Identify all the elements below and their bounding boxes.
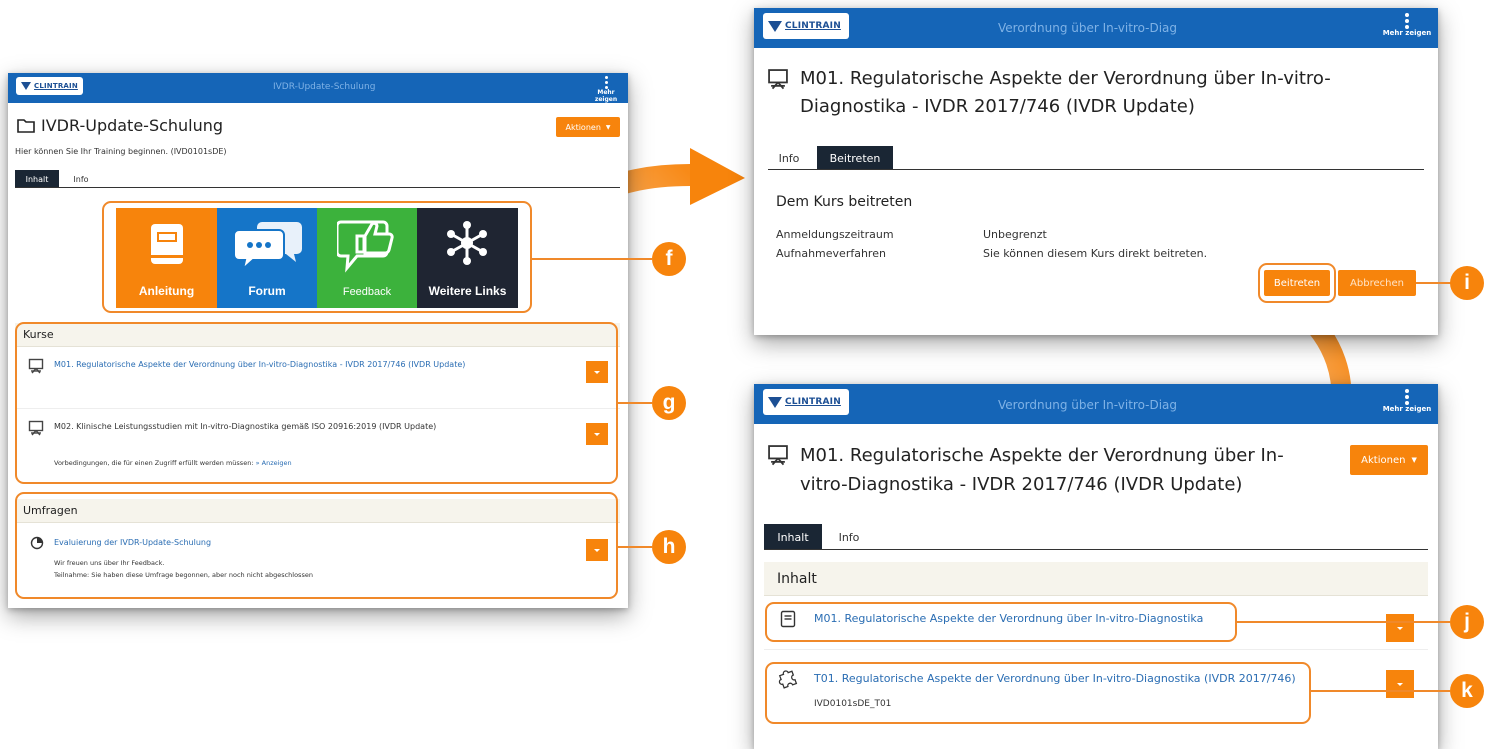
highlight-umfragen — [15, 492, 618, 599]
callout-badge-i: i — [1450, 266, 1484, 300]
tab-divider — [15, 187, 620, 188]
bar-title: Verordnung über In-vitro-Diag — [998, 21, 1178, 35]
course-title-line-1: M01. Regulatorische Aspekte der Verordnu… — [800, 445, 1284, 466]
content-m01-dropdown[interactable] — [1386, 614, 1414, 642]
vertical-dots-icon — [588, 76, 624, 89]
actions-button[interactable]: Aktionen ▼ — [1350, 445, 1428, 475]
clintrain-logo[interactable]: CLINTRAIN — [763, 389, 849, 415]
top-navigation-bar: CLINTRAIN Verordnung über In-vitro-Diag … — [754, 8, 1438, 48]
more-label: Mehr zeigen — [1382, 405, 1432, 413]
bar-title: IVDR-Update-Schulung — [273, 82, 376, 92]
callout-line-j — [1237, 621, 1450, 623]
vertical-dots-icon — [1382, 13, 1432, 29]
page-subtitle: Hier können Sie Ihr Training beginnen. (… — [15, 147, 227, 156]
clintrain-logo[interactable]: CLINTRAIN — [763, 13, 849, 39]
course-title-line-2: vitro-Diagnostika - IVDR 2017/746 (IVDR … — [800, 474, 1243, 495]
tab-info[interactable]: Info — [64, 170, 98, 188]
more-menu-button[interactable]: Mehr zeigen — [1382, 389, 1432, 413]
callout-badge-f: f — [652, 242, 686, 276]
field-value-anmeldungszeitraum: Unbegrenzt — [983, 228, 1047, 241]
highlight-kurse — [15, 322, 618, 484]
tab-info[interactable]: Info — [768, 146, 810, 170]
logo-mark-icon — [768, 396, 782, 408]
join-section-title: Dem Kurs beitreten — [776, 194, 913, 210]
presentation-icon — [768, 445, 788, 466]
top-navigation-bar: CLINTRAIN Verordnung über In-vitro-Diag … — [754, 384, 1438, 424]
actions-label: Aktionen — [1361, 454, 1406, 466]
logo-text: CLINTRAIN — [34, 82, 78, 90]
logo-mark-icon — [21, 82, 31, 90]
actions-button[interactable]: Aktionen ▼ — [556, 117, 620, 137]
logo-mark-icon — [768, 20, 782, 32]
tab-beitreten[interactable]: Beitreten — [817, 146, 893, 170]
callout-line-k — [1311, 690, 1450, 692]
callout-line-i — [1416, 282, 1452, 284]
callout-line-g — [618, 402, 652, 404]
course-title-line-1: M01. Regulatorische Aspekte der Verordnu… — [800, 68, 1331, 89]
more-label: Mehr zeigen — [1382, 29, 1432, 37]
tab-divider — [768, 169, 1424, 170]
caret-down-icon: ▼ — [605, 123, 611, 131]
field-label-anmeldungszeitraum: Anmeldungszeitraum — [776, 228, 894, 241]
actions-label: Aktionen — [565, 122, 601, 132]
clintrain-logo[interactable]: CLINTRAIN — [16, 77, 83, 95]
highlight-content-m01 — [765, 602, 1237, 642]
tab-divider — [764, 549, 1428, 550]
course-title-line-2: Diagnostika - IVDR 2017/746 (IVDR Update… — [800, 96, 1195, 117]
content-t01-dropdown[interactable] — [1386, 670, 1414, 698]
folder-icon — [17, 119, 35, 133]
top-navigation-bar: CLINTRAIN IVDR-Update-Schulung Mehr zeig… — [8, 73, 628, 103]
presentation-icon — [768, 69, 788, 90]
callout-line-h — [618, 546, 652, 548]
inhalt-heading-label: Inhalt — [777, 570, 817, 587]
callout-line-f — [532, 258, 652, 260]
callout-badge-g: g — [652, 386, 686, 420]
bar-title: Verordnung über In-vitro-Diag — [998, 398, 1178, 412]
highlight-join-button — [1258, 263, 1336, 303]
caret-down-icon: ▼ — [1411, 456, 1417, 464]
vertical-dots-icon — [1382, 389, 1432, 405]
callout-badge-k: k — [1450, 674, 1484, 708]
inhalt-heading: Inhalt — [764, 562, 1428, 596]
more-menu-button[interactable]: Mehr zeigen — [588, 76, 624, 103]
more-label: Mehr zeigen — [594, 89, 618, 103]
field-label-aufnahmeverfahren: Aufnahmeverfahren — [776, 247, 886, 260]
cancel-button[interactable]: Abbrechen — [1338, 270, 1416, 296]
logo-text: CLINTRAIN — [785, 21, 841, 31]
tab-inhalt[interactable]: Inhalt — [15, 170, 59, 188]
highlight-tiles — [102, 201, 532, 313]
highlight-content-t01 — [765, 662, 1311, 724]
tab-info[interactable]: Info — [828, 524, 870, 550]
tab-inhalt[interactable]: Inhalt — [764, 524, 822, 550]
field-value-aufnahmeverfahren: Sie können diesem Kurs direkt beitreten. — [983, 247, 1208, 260]
logo-text: CLINTRAIN — [785, 397, 841, 407]
page-title: IVDR-Update-Schulung — [41, 116, 224, 135]
callout-badge-j: j — [1450, 605, 1484, 639]
more-menu-button[interactable]: Mehr zeigen — [1382, 13, 1432, 37]
callout-badge-h: h — [652, 530, 686, 564]
